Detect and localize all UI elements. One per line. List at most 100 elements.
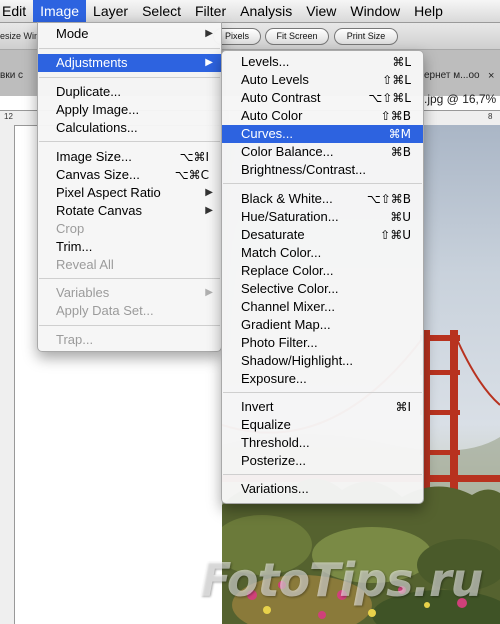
menu-separator — [223, 183, 422, 184]
menu-item-label: Desaturate — [241, 227, 305, 242]
menu-separator — [39, 278, 220, 279]
menu-item-label: Reveal All — [56, 257, 114, 272]
fototips-watermark: FotoTips.ru — [200, 553, 483, 607]
menu-item-canvas-size[interactable]: Canvas Size... ⌥⌘C — [38, 166, 221, 184]
menu-item-label: Apply Image... — [56, 102, 140, 117]
menu-item-rotate-canvas[interactable]: Rotate Canvas ▶ — [38, 202, 221, 220]
menu-separator — [223, 392, 422, 393]
menu-item-trap[interactable]: Trap... — [38, 331, 221, 349]
menu-item-shortcut: ⌘L — [392, 55, 411, 69]
menu-item-shortcut: ⌘B — [390, 145, 411, 159]
document-tab-right[interactable]: ернет м...оо — [424, 70, 480, 81]
menu-item-label: Replace Color... — [241, 263, 334, 278]
menu-item-apply-data-set[interactable]: Apply Data Set... — [38, 302, 221, 320]
submenu-arrow-icon: ▶ — [205, 28, 213, 39]
menu-item-reveal-all[interactable]: Reveal All — [38, 256, 221, 274]
image-menu: Mode ▶ Adjustments ▶ Duplicate... Apply … — [37, 22, 222, 352]
menu-item-gradient-map[interactable]: Gradient Map... — [222, 316, 423, 334]
print-size-button[interactable]: Print Size — [334, 28, 398, 45]
menu-item-label: Black & White... — [241, 191, 333, 206]
menu-item-curves[interactable]: Curves... ⌘M — [222, 125, 423, 143]
resize-windows-label: esize Win — [0, 31, 40, 41]
menu-item-color-balance[interactable]: Color Balance... ⌘B — [222, 143, 423, 161]
tab-close-icon[interactable]: × — [488, 70, 494, 82]
menu-item-label: Apply Data Set... — [56, 303, 154, 318]
menu-item-match-color[interactable]: Match Color... — [222, 244, 423, 262]
menu-window[interactable]: Window — [343, 0, 407, 22]
menu-analysis[interactable]: Analysis — [233, 0, 299, 22]
menu-item-levels[interactable]: Levels... ⌘L — [222, 53, 423, 71]
menu-item-label: Exposure... — [241, 371, 307, 386]
menu-item-variables[interactable]: Variables ▶ — [38, 284, 221, 302]
menu-item-duplicate[interactable]: Duplicate... — [38, 83, 221, 101]
menu-item-calculations[interactable]: Calculations... — [38, 119, 221, 137]
menu-item-shortcut: ⌥⇧⌘B — [366, 192, 411, 206]
menu-separator — [223, 474, 422, 475]
menu-item-image-size[interactable]: Image Size... ⌥⌘I — [38, 148, 221, 166]
menu-item-hue-saturation[interactable]: Hue/Saturation... ⌘U — [222, 208, 423, 226]
menu-item-adjustments[interactable]: Adjustments ▶ — [38, 54, 221, 72]
menu-item-shadow-highlight[interactable]: Shadow/Highlight... — [222, 352, 423, 370]
menu-item-black-white[interactable]: Black & White... ⌥⇧⌘B — [222, 190, 423, 208]
menu-separator — [39, 48, 220, 49]
menu-bar: Edit Image Layer Select Filter Analysis … — [0, 0, 500, 23]
document-tab-left[interactable]: вки с — [0, 70, 23, 81]
menu-item-shortcut: ⌘M — [388, 127, 411, 141]
menu-item-posterize[interactable]: Posterize... — [222, 452, 423, 470]
menu-item-label: Image Size... — [56, 149, 132, 164]
menu-item-label: Trim... — [56, 239, 93, 254]
menu-item-label: Equalize — [241, 417, 291, 432]
menu-view[interactable]: View — [299, 0, 343, 22]
menu-item-shortcut: ⇧⌘B — [380, 109, 411, 123]
submenu-arrow-icon: ▶ — [205, 187, 213, 198]
menu-item-label: Mode — [56, 26, 89, 41]
menu-edit[interactable]: Edit — [0, 0, 33, 22]
menu-item-invert[interactable]: Invert ⌘I — [222, 398, 423, 416]
menu-item-exposure[interactable]: Exposure... — [222, 370, 423, 388]
menu-item-brightness-contrast[interactable]: Brightness/Contrast... — [222, 161, 423, 179]
menu-help[interactable]: Help — [407, 0, 450, 22]
menu-filter[interactable]: Filter — [188, 0, 233, 22]
menu-item-label: Brightness/Contrast... — [241, 162, 366, 177]
menu-item-label: Gradient Map... — [241, 317, 331, 332]
menu-item-trim[interactable]: Trim... — [38, 238, 221, 256]
menu-item-auto-levels[interactable]: Auto Levels ⇧⌘L — [222, 71, 423, 89]
menu-item-auto-contrast[interactable]: Auto Contrast ⌥⇧⌘L — [222, 89, 423, 107]
menu-item-photo-filter[interactable]: Photo Filter... — [222, 334, 423, 352]
menu-item-label: Auto Color — [241, 108, 303, 123]
menu-item-mode[interactable]: Mode ▶ — [38, 25, 221, 43]
menu-select[interactable]: Select — [135, 0, 188, 22]
menu-item-label: Duplicate... — [56, 84, 122, 99]
menu-image[interactable]: Image — [33, 0, 87, 22]
menu-item-label: Auto Contrast — [241, 90, 321, 105]
menu-item-channel-mixer[interactable]: Channel Mixer... — [222, 298, 423, 316]
menu-layer[interactable]: Layer — [86, 0, 135, 22]
menu-item-label: Calculations... — [56, 120, 138, 135]
submenu-arrow-icon: ▶ — [205, 205, 213, 216]
menu-item-shortcut: ⌥⌘C — [174, 168, 209, 182]
menu-item-equalize[interactable]: Equalize — [222, 416, 423, 434]
menu-item-label: Auto Levels — [241, 72, 309, 87]
menu-item-variations[interactable]: Variations... — [222, 480, 423, 498]
menu-item-label: Curves... — [241, 126, 294, 141]
menu-item-selective-color[interactable]: Selective Color... — [222, 280, 423, 298]
menu-item-replace-color[interactable]: Replace Color... — [222, 262, 423, 280]
menu-item-pixel-aspect-ratio[interactable]: Pixel Aspect Ratio ▶ — [38, 184, 221, 202]
menu-item-label: Canvas Size... — [56, 167, 140, 182]
menu-item-crop[interactable]: Crop — [38, 220, 221, 238]
menu-item-label: Match Color... — [241, 245, 322, 260]
menu-item-label: Variables — [56, 285, 110, 300]
menu-item-shortcut: ⌥⇧⌘L — [368, 91, 411, 105]
menu-item-shortcut: ⌘U — [390, 210, 411, 224]
fit-screen-button[interactable]: Fit Screen — [265, 28, 329, 45]
menu-item-label: Selective Color... — [241, 281, 339, 296]
menu-item-shortcut: ⇧⌘U — [380, 228, 411, 242]
menu-item-apply-image[interactable]: Apply Image... — [38, 101, 221, 119]
menu-item-label: Channel Mixer... — [241, 299, 335, 314]
menu-item-label: Color Balance... — [241, 144, 334, 159]
submenu-arrow-icon: ▶ — [205, 287, 213, 298]
menu-separator — [39, 141, 220, 142]
menu-item-threshold[interactable]: Threshold... — [222, 434, 423, 452]
menu-item-auto-color[interactable]: Auto Color ⇧⌘B — [222, 107, 423, 125]
menu-item-desaturate[interactable]: Desaturate ⇧⌘U — [222, 226, 423, 244]
